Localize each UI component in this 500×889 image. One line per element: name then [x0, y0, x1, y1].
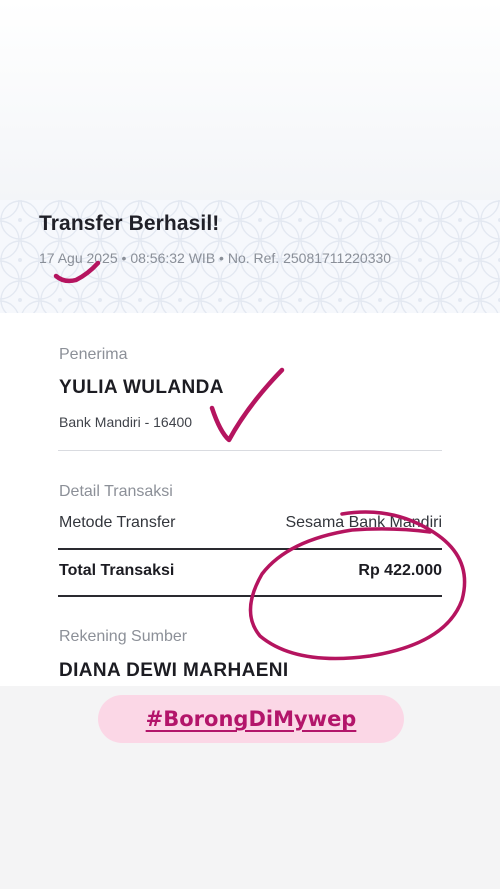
transaction-section-label: Detail Transaksi	[59, 483, 173, 500]
page-title: Transfer Berhasil!	[39, 212, 220, 235]
transfer-method-label: Metode Transfer	[59, 514, 176, 531]
reference-number: No. Ref. 25081711220330	[227, 250, 392, 266]
transfer-method-value: Sesama Bank Mandiri	[285, 514, 442, 531]
divider	[58, 548, 442, 550]
recipient-section-label: Penerima	[59, 346, 128, 363]
recipient-name: YULIA WULANDA	[59, 377, 224, 398]
hashtag-sticker: #BorongDiMywep	[98, 695, 404, 743]
recipient-bank-account: Bank Mandiri - 16400	[59, 414, 193, 430]
transaction-time: 08:56:32 WIB	[130, 250, 216, 266]
transaction-meta: 17 Agu 2025 • 08:56:32 WIB • No. Ref. 25…	[39, 250, 391, 266]
total-transaction-value: Rp 422.000	[358, 562, 442, 579]
meta-separator: •	[219, 250, 224, 266]
source-account-section-label: Rekening Sumber	[59, 628, 188, 645]
meta-separator: •	[121, 250, 127, 266]
source-account-name: DIANA DEWI MARHAENI	[59, 660, 289, 681]
divider	[58, 450, 442, 451]
total-transaction-label: Total Transaksi	[59, 562, 175, 579]
receipt-card: Penerima YULIA WULANDA Bank Mandiri - 16…	[0, 313, 500, 686]
divider	[58, 595, 442, 597]
transaction-date: 17 Agu 2025	[39, 250, 118, 266]
top-background	[0, 0, 500, 200]
